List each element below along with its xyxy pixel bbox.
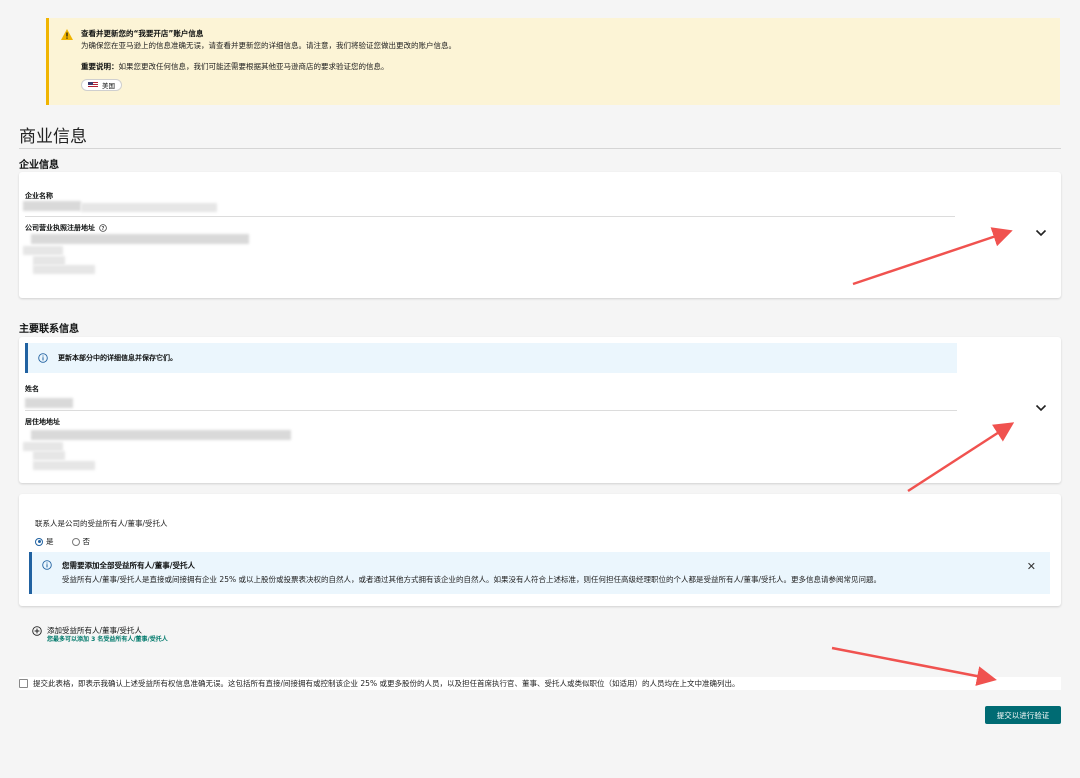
confirmation-text: 提交此表格，即表示我确认上述受益所有权信息准确无误。这包括所有直接/间接拥有或控… <box>33 679 740 688</box>
field-divider <box>25 216 955 217</box>
field-divider <box>25 410 957 411</box>
contact-info-message: 更新本部分中的详细信息并保存它们。 <box>25 343 957 373</box>
confirmation-checkbox[interactable] <box>19 679 28 688</box>
info-icon <box>38 353 48 363</box>
submit-verification-button[interactable]: 提交以进行验证 <box>985 706 1061 724</box>
notice-important: 重要说明：如果您更改任何信息，我们可能还需要根据其他亚马逊商店的要求验证您的信息… <box>81 61 1060 73</box>
business-info-heading: 企业信息 <box>19 160 59 171</box>
company-name-redacted <box>81 203 217 212</box>
warning-icon <box>61 29 73 40</box>
country-label: 美国 <box>102 82 115 90</box>
chevron-down-icon[interactable] <box>1035 404 1047 412</box>
chevron-down-icon[interactable] <box>1035 229 1047 237</box>
info-icon <box>42 560 52 570</box>
radio-yes[interactable]: 是 <box>35 536 54 547</box>
add-beneficial-owner-note: 您最多可以添加 3 名受益所有人/董事/受托人 <box>47 636 168 643</box>
add-beneficial-owner-link[interactable]: 添加受益所有人/董事/受托人 您最多可以添加 3 名受益所有人/董事/受托人 <box>32 626 168 644</box>
company-name-redacted <box>23 201 81 211</box>
residential-address-label: 居住地地址 <box>25 418 60 426</box>
radio-no-indicator[interactable] <box>71 537 80 546</box>
svg-text:?: ? <box>102 226 105 232</box>
beneficial-owner-radio-group: 是 否 <box>35 536 90 547</box>
add-beneficial-owner-label: 添加受益所有人/董事/受托人 <box>47 626 143 635</box>
plus-circle-icon <box>32 626 42 636</box>
radio-no-label: 否 <box>82 537 91 546</box>
notice-subtitle: 为确保您在亚马逊上的信息准确无误，请查看并更新您的详细信息。请注意，我们将验证您… <box>81 41 456 50</box>
add-beneficial-owner-text-group: 添加受益所有人/董事/受托人 您最多可以添加 3 名受益所有人/董事/受托人 <box>47 626 168 644</box>
close-icon[interactable]: ✕ <box>1027 560 1036 573</box>
page-title: 商业信息 <box>19 127 87 147</box>
beneficial-owner-question: 联系人是公司的受益所有人/董事/受托人 <box>35 519 168 528</box>
registered-address-redacted <box>23 246 63 255</box>
registered-address-redacted <box>31 234 249 244</box>
registered-address-redacted <box>33 265 95 274</box>
primary-contact-heading: 主要联系信息 <box>19 324 79 335</box>
country-chip[interactable]: 美国 <box>81 79 122 91</box>
notice-important-label: 重要说明： <box>81 62 119 71</box>
notice-important-text: 如果您更改任何信息，我们可能还需要根据其他亚马逊商店的要求验证您的信息。 <box>118 62 389 71</box>
residential-address-redacted <box>31 430 291 440</box>
confirmation-row: 提交此表格，即表示我确认上述受益所有权信息准确无误。这包括所有直接/间接拥有或控… <box>19 677 1061 690</box>
beneficial-owner-info: 您需要添加全部受益所有人/董事/受托人 受益所有人/董事/受托人是直接或间接拥有… <box>29 552 1050 594</box>
registered-address-label-row: 公司营业执照注册地址 ? <box>25 223 107 233</box>
radio-yes-label: 是 <box>46 537 54 546</box>
contact-info-text: 更新本部分中的详细信息并保存它们。 <box>58 354 177 362</box>
residential-address-redacted <box>23 442 63 451</box>
registered-address-label: 公司营业执照注册地址 <box>25 224 95 232</box>
residential-address-redacted <box>33 451 65 460</box>
beneficial-owner-card: 联系人是公司的受益所有人/董事/受托人 是 否 您需要添加全部受益所有人/董事/… <box>19 494 1061 606</box>
business-info-card[interactable]: 企业名称 公司营业执照注册地址 ? <box>19 172 1061 298</box>
annotation-arrow <box>831 646 997 686</box>
radio-no[interactable]: 否 <box>71 536 91 547</box>
flag-us-icon <box>88 82 98 88</box>
account-update-notice: 查看并更新您的“我要开店”账户信息 为确保您在亚马逊上的信息准确无误，请查看并更… <box>46 18 1060 105</box>
company-name-label: 企业名称 <box>25 192 53 200</box>
help-circle-icon[interactable]: ? <box>99 224 107 232</box>
name-label: 姓名 <box>25 385 39 393</box>
name-redacted <box>25 398 73 408</box>
primary-contact-card[interactable]: 更新本部分中的详细信息并保存它们。 姓名 居住地地址 <box>19 337 1061 483</box>
beneficial-info-text: 受益所有人/董事/受托人是直接或间接拥有企业 25% 或以上股份或投票表决权的自… <box>62 575 882 584</box>
residential-address-redacted <box>33 461 95 470</box>
notice-title: 查看并更新您的“我要开店”账户信息 <box>81 29 204 38</box>
title-divider <box>19 148 1061 149</box>
registered-address-redacted <box>33 256 65 265</box>
radio-yes-indicator[interactable] <box>35 537 43 546</box>
beneficial-info-title: 您需要添加全部受益所有人/董事/受托人 <box>62 561 195 570</box>
